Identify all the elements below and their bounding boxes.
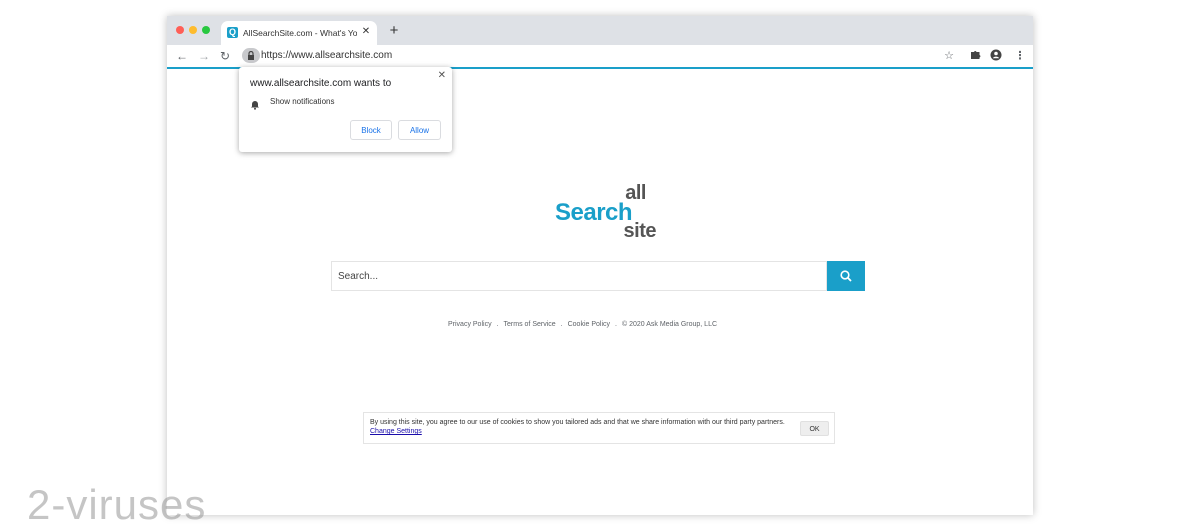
- search-icon: [840, 270, 852, 282]
- forward-arrow-icon[interactable]: →: [197, 49, 211, 63]
- copyright-text: © 2020 Ask Media Group, LLC: [621, 321, 718, 328]
- browser-toolbar: ← → ↻ https://www.allsearchsite.com ☆ ⋮: [167, 45, 1033, 69]
- popup-title: www.allsearchsite.com wants to: [250, 78, 392, 89]
- footer-separator: .: [560, 321, 563, 328]
- tab-title: AllSearchSite.com - What's Yo: [243, 28, 357, 38]
- terms-of-service-link[interactable]: Terms of Service: [504, 321, 556, 328]
- search-box: [331, 261, 827, 291]
- minimize-window-button[interactable]: [189, 26, 197, 34]
- popup-close-icon[interactable]: ✕: [438, 70, 446, 81]
- block-button[interactable]: Block: [350, 120, 392, 140]
- search-button[interactable]: [827, 261, 865, 291]
- new-tab-button[interactable]: +: [387, 23, 401, 38]
- watermark: 2-viruses: [27, 481, 207, 528]
- reload-icon[interactable]: ↻: [218, 49, 232, 63]
- site-favicon-icon: Q: [227, 27, 238, 38]
- allow-button[interactable]: Allow: [398, 120, 441, 140]
- maximize-window-button[interactable]: [202, 26, 210, 34]
- browser-window: Q AllSearchSite.com - What's Yo ✕ + ← → …: [167, 16, 1033, 515]
- close-window-button[interactable]: [176, 26, 184, 34]
- back-arrow-icon[interactable]: ←: [175, 49, 189, 63]
- extensions-puzzle-icon[interactable]: [968, 49, 982, 63]
- cookie-policy-link[interactable]: Cookie Policy: [568, 321, 610, 328]
- logo-line-search: Search: [555, 199, 633, 226]
- browser-tab[interactable]: Q AllSearchSite.com - What's Yo ✕: [221, 21, 377, 45]
- change-settings-link[interactable]: Change Settings: [370, 428, 422, 435]
- cookie-ok-button[interactable]: OK: [800, 421, 829, 436]
- lock-icon[interactable]: [242, 48, 260, 63]
- address-bar[interactable]: https://www.allsearchsite.com: [261, 49, 392, 63]
- bookmark-star-icon[interactable]: ☆: [942, 49, 956, 63]
- cookie-message: By using this site, you agree to our use…: [370, 419, 785, 426]
- bell-icon: [250, 97, 260, 110]
- footer-separator: .: [496, 321, 499, 328]
- cookie-banner: By using this site, you agree to our use…: [363, 412, 835, 444]
- logo-line-site: site: [623, 220, 657, 242]
- allsearchsite-logo: all Search site: [552, 182, 662, 242]
- more-menu-icon[interactable]: ⋮: [1013, 49, 1027, 63]
- account-icon[interactable]: [989, 49, 1003, 63]
- footer-links: Privacy Policy. Terms of Service. Cookie P…: [448, 319, 717, 331]
- footer-separator: .: [615, 321, 617, 328]
- privacy-policy-link[interactable]: Privacy Policy: [448, 321, 492, 328]
- cookie-banner-text: By using this site, you agree to our use…: [370, 418, 785, 436]
- notification-permission-popup: ✕ www.allsearchsite.com wants to Show no…: [239, 67, 452, 152]
- search-input[interactable]: [332, 262, 826, 290]
- permission-label: Show notifications: [270, 97, 335, 106]
- tab-bar: Q AllSearchSite.com - What's Yo ✕ +: [167, 16, 1033, 45]
- tab-close-icon[interactable]: ✕: [360, 26, 372, 38]
